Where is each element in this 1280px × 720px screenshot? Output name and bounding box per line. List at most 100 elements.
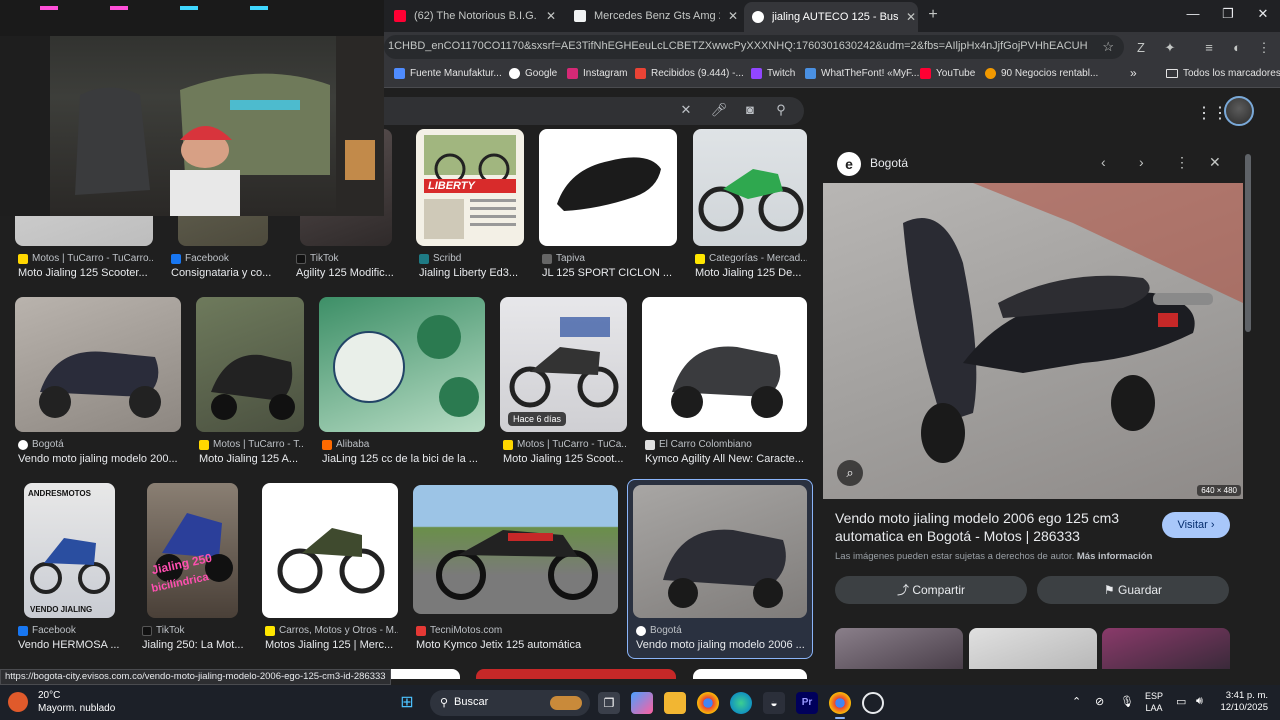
result-image[interactable] xyxy=(262,483,398,618)
result-source[interactable]: Facebook xyxy=(18,625,123,636)
share-button[interactable]: ⤴ Compartir xyxy=(835,576,1027,604)
result-source[interactable]: Bogotá xyxy=(18,439,178,450)
weather-temperature[interactable]: 20°C xyxy=(38,690,60,701)
weather-icon[interactable] xyxy=(8,692,28,712)
edge-icon[interactable] xyxy=(730,692,752,714)
copilot-icon[interactable] xyxy=(631,692,653,714)
result-source[interactable]: Motos | TuCarro - TuCa... xyxy=(503,439,627,450)
result-image[interactable] xyxy=(476,669,676,679)
result-source[interactable]: El Carro Colombiano xyxy=(645,439,805,450)
maximize-button[interactable]: ❐ xyxy=(1218,6,1238,22)
bookmark-youtube[interactable]: YouTube xyxy=(920,68,975,79)
bookmark-star-icon[interactable]: ☆ xyxy=(1102,39,1114,55)
profile-icon[interactable]: ◐ xyxy=(1229,40,1245,56)
bookmark-twitch[interactable]: Twitch xyxy=(751,68,795,79)
result-image[interactable] xyxy=(539,129,677,246)
clear-icon[interactable]: ✕ xyxy=(677,102,695,118)
result-image[interactable]: LIBERTY xyxy=(416,129,524,246)
result-source[interactable]: Facebook xyxy=(171,253,281,264)
chevron-up-icon[interactable]: ⌃ xyxy=(1072,695,1081,708)
result-caption[interactable]: JiaLing 125 cc de la bici de la ... xyxy=(322,453,482,465)
davinci-resolve-icon[interactable]: ◒ xyxy=(763,692,785,714)
result-caption[interactable]: Vendo moto jialing modelo 200... xyxy=(18,453,178,465)
result-image[interactable] xyxy=(633,485,807,618)
result-source[interactable]: TikTok xyxy=(142,625,247,636)
result-caption[interactable]: Consignataria y co... xyxy=(171,267,281,279)
result-image[interactable] xyxy=(380,669,460,679)
result-source[interactable]: Motos | TuCarro - TuCarro... xyxy=(18,253,153,264)
all-bookmarks-folder[interactable]: Todos los marcadores xyxy=(1166,68,1280,79)
result-image[interactable] xyxy=(693,669,807,679)
volume-icon[interactable]: 🔊︎ xyxy=(1196,695,1203,708)
bookmark-gmail[interactable]: Recibidos (9.444) -... xyxy=(635,68,744,79)
bookmark-fuente[interactable]: Fuente Manufaktur... xyxy=(394,68,502,79)
new-tab-button[interactable]: + xyxy=(924,6,942,24)
language-indicator[interactable]: ESP LAA xyxy=(1145,690,1163,714)
microphone-icon[interactable]: 🎤︎ xyxy=(710,102,728,118)
extensions-icon[interactable]: ✦ xyxy=(1162,40,1178,56)
close-window-button[interactable]: ✕ xyxy=(1253,6,1273,22)
more-info-link[interactable]: Más información xyxy=(1077,551,1153,562)
minimize-button[interactable]: — xyxy=(1183,6,1203,21)
url-text[interactable]: 1CHBD_enCO1170CO1170&sxsrf=AE3TifNhEGHEe… xyxy=(388,40,1088,52)
result-caption[interactable]: Kymco Agility All New: Caracte... xyxy=(645,453,807,465)
result-source[interactable]: TikTok xyxy=(296,253,396,264)
media-control-icon[interactable]: ≡ xyxy=(1201,40,1217,56)
result-source[interactable]: Scribd xyxy=(419,253,529,264)
result-caption[interactable]: JL 125 SPORT CICLON ... xyxy=(542,267,677,279)
preview-image[interactable] xyxy=(823,183,1243,499)
search-box[interactable]: ✕ 🎤︎ ◙ ⚲ xyxy=(384,97,804,125)
related-image[interactable] xyxy=(1102,628,1230,669)
chrome-icon[interactable] xyxy=(697,692,719,714)
more-bookmarks-button[interactable]: » xyxy=(1130,66,1137,80)
lens-icon[interactable]: ⌕ xyxy=(837,460,863,486)
result-caption[interactable]: Agility 125 Modific... xyxy=(296,267,396,279)
windows-start-icon[interactable]: ⊞ xyxy=(396,692,418,714)
tab-google-search[interactable]: jialing AUTECO 125 - Buscar co ✕ xyxy=(744,2,918,32)
bookmark-negocios[interactable]: 90 Negocios rentabl... xyxy=(985,68,1098,79)
result-image[interactable] xyxy=(642,297,807,432)
result-image[interactable] xyxy=(319,297,485,432)
chevron-right-icon[interactable]: › xyxy=(1139,154,1144,170)
tab-mercedes[interactable]: Mercedes Benz Gts Amg 2016 | ✕ xyxy=(566,4,740,28)
result-caption[interactable]: Jialing 250: La Mot... xyxy=(142,639,247,651)
clock[interactable]: 3:41 p. m. 12/10/2025 xyxy=(1218,690,1268,714)
tab-youtube[interactable]: (62) The Notorious B.I.G. - Juicy ✕ xyxy=(386,4,558,28)
avatar[interactable] xyxy=(1224,96,1254,126)
result-caption[interactable]: Moto Kymco Jetix 125 automática xyxy=(416,639,616,651)
related-image[interactable] xyxy=(969,628,1097,669)
panel-scrollbar[interactable] xyxy=(1245,146,1251,666)
result-image[interactable] xyxy=(693,129,807,246)
taskbar-search[interactable]: ⚲ Buscar xyxy=(430,690,590,716)
result-source[interactable]: Alibaba xyxy=(322,439,482,450)
close-icon[interactable]: ✕ xyxy=(544,9,558,23)
result-image[interactable]: Jialing 250 bicilíndrica xyxy=(147,483,238,618)
bookmark-google[interactable]: Google xyxy=(509,68,557,79)
visit-button[interactable]: Visitar › xyxy=(1162,512,1230,538)
chevron-left-icon[interactable]: ‹ xyxy=(1101,154,1106,170)
network-off-icon[interactable]: ⊘ xyxy=(1095,695,1104,708)
result-caption[interactable]: Moto Jialing 125 De... xyxy=(695,267,807,279)
panel-site-name[interactable]: Bogotá xyxy=(870,156,908,170)
result-caption[interactable]: Moto Jialing 125 A... xyxy=(199,453,304,465)
result-source[interactable]: Tapiva xyxy=(542,253,677,264)
obs-icon[interactable] xyxy=(862,692,884,714)
result-source[interactable]: Categorías - Mercad... xyxy=(695,253,807,264)
result-source[interactable]: Motos | TuCarro - T... xyxy=(199,439,304,450)
menu-icon[interactable]: ⋮ xyxy=(1256,40,1272,56)
camera-search-icon[interactable]: ◙ xyxy=(741,102,759,117)
display-icon[interactable]: ▭ xyxy=(1176,695,1186,708)
result-caption[interactable]: Motos Jialing 125 | Merc... xyxy=(265,639,398,651)
more-options-icon[interactable]: ⋮ xyxy=(1175,154,1189,171)
bookmark-instagram[interactable]: Instagram xyxy=(567,68,627,79)
result-caption[interactable]: Moto Jialing 125 Scoot... xyxy=(503,453,627,465)
address-bar[interactable]: 1CHBD_enCO1170CO1170&sxsrf=AE3TifNhEGHEe… xyxy=(384,35,1124,59)
extension-z-icon[interactable]: Z xyxy=(1133,40,1149,56)
result-caption[interactable]: Vendo moto jialing modelo 2006 ... xyxy=(636,639,806,651)
result-source[interactable]: Bogotá xyxy=(636,625,806,636)
result-caption[interactable]: Vendo HERMOSA ... xyxy=(18,639,123,651)
related-image[interactable] xyxy=(835,628,963,669)
close-icon[interactable]: ✕ xyxy=(1209,154,1221,171)
result-image[interactable]: Hace 6 días xyxy=(500,297,627,432)
scrollbar-thumb[interactable] xyxy=(1245,154,1251,332)
